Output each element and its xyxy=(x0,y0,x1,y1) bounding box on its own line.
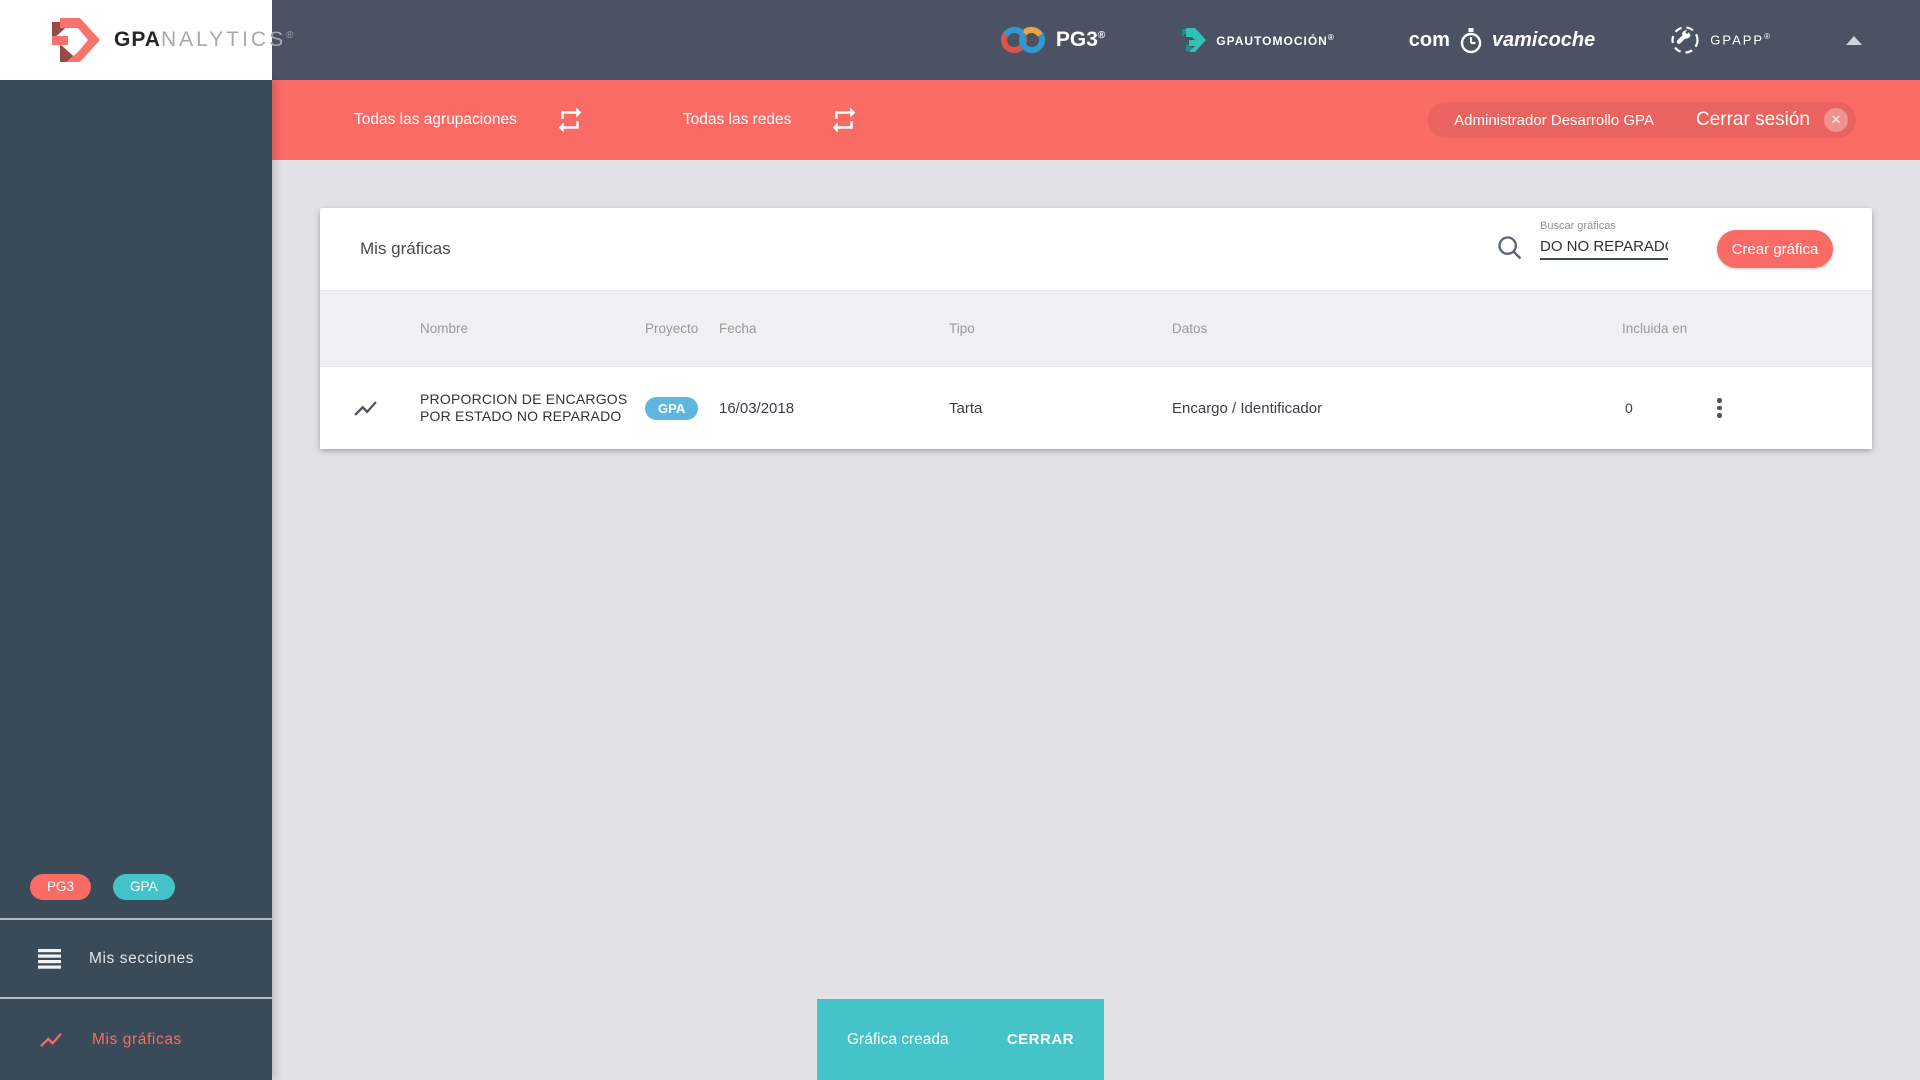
sidebar-badges: PG3 GPA xyxy=(0,856,272,918)
snackbar-toast: Gráfica creada CERRAR xyxy=(817,999,1104,1080)
sidebar-item-label: Mis gráficas xyxy=(92,1030,182,1048)
logout-button[interactable]: Cerrar sesión ✕ xyxy=(1696,108,1848,132)
group-filter[interactable]: Todas las agrupaciones xyxy=(354,105,585,135)
toast-message: Gráfica creada xyxy=(847,1030,949,1048)
gpautomocion-app-link[interactable]: GPAUTOMOCIÓN® xyxy=(1179,26,1334,54)
type-cell: Tarta xyxy=(949,399,983,417)
search-icon[interactable] xyxy=(1496,234,1524,262)
toast-close-button[interactable]: CERRAR xyxy=(1007,1031,1074,1048)
menu-icon xyxy=(38,948,61,969)
search-input-label: Buscar gráficas xyxy=(1540,220,1616,232)
search-input[interactable]: Buscar gráficas DO NO REPARADO xyxy=(1540,220,1668,260)
network-filter[interactable]: Todas las redes xyxy=(683,105,860,135)
main-content: Mis gráficas Buscar gráficas DO NO REPAR… xyxy=(272,160,1920,1080)
stopwatch-icon xyxy=(1459,27,1483,54)
column-header-proyecto: Proyecto xyxy=(645,321,699,336)
line-chart-icon xyxy=(352,395,379,422)
project-cell: GPA xyxy=(645,396,719,420)
line-chart-icon xyxy=(38,1027,64,1053)
date-cell: 16/03/2018 xyxy=(719,399,795,417)
sidebar: PG3 GPA Mis secciones Mis gráficas xyxy=(0,80,272,1080)
gpapp-app-link[interactable]: GPAPP® xyxy=(1669,24,1772,56)
sidebar-item-mis-secciones[interactable]: Mis secciones xyxy=(0,920,272,997)
data-cell: Encargo / Identificador xyxy=(1172,399,1323,417)
gpautomocion-label: GPAUTOMOCIÓN® xyxy=(1216,32,1335,48)
filter-bar: Todas las agrupaciones Todas las redes A… xyxy=(272,80,1920,160)
my-charts-card: Mis gráficas Buscar gráficas DO NO REPAR… xyxy=(320,208,1872,449)
row-actions-cell xyxy=(1710,398,1872,418)
gpapp-wrench-icon xyxy=(1669,24,1701,56)
chart-name-cell[interactable]: PROPORCION DE ENCARGOS POR ESTADO NO REP… xyxy=(420,391,645,425)
page-title: Mis gráficas xyxy=(360,239,451,258)
search-input-value: DO NO REPARADO xyxy=(1540,237,1668,255)
column-header-fecha: Fecha xyxy=(719,321,757,336)
network-filter-label: Todas las redes xyxy=(682,111,792,128)
pg3-label: PG3® xyxy=(1055,28,1106,51)
table-row[interactable]: PROPORCION DE ENCARGOS POR ESTADO NO REP… xyxy=(320,367,1872,449)
chart-type-cell xyxy=(320,395,420,422)
user-session-pill: Administrador Desarrollo GPA Cerrar sesi… xyxy=(1428,102,1856,138)
pg3-infinity-icon xyxy=(1000,23,1047,57)
sidebar-item-mis-graficas[interactable]: Mis gráficas xyxy=(0,999,272,1080)
comovamicoche-rest: vamicoche xyxy=(1491,28,1596,51)
user-name: Administrador Desarrollo GPA xyxy=(1454,111,1654,129)
column-header-incluida: Incluida en xyxy=(1622,321,1688,336)
close-session-icon[interactable]: ✕ xyxy=(1824,108,1848,132)
logout-label: Cerrar sesión xyxy=(1695,109,1810,130)
collapse-header-arrow-icon[interactable] xyxy=(1846,35,1862,45)
gpa-analytics-logo[interactable]: GPANALYTICS® xyxy=(0,0,293,80)
sidebar-bottom-menu: PG3 GPA Mis secciones Mis gráficas xyxy=(0,856,272,1080)
swap-icon[interactable] xyxy=(829,105,859,135)
gpautomocion-arrow-icon xyxy=(1179,26,1207,54)
comovamicoche-prefix: com xyxy=(1408,28,1450,51)
gpa-badge[interactable]: GPA xyxy=(113,874,175,900)
swap-icon[interactable] xyxy=(555,105,585,135)
column-header-tipo: Tipo xyxy=(949,321,975,336)
topbar-app-links: PG3® GPAUTOMOCIÓN® com vamicoche GPAPP® xyxy=(1000,0,1920,80)
column-header-datos: Datos xyxy=(1172,321,1208,336)
included-in-cell: 0 xyxy=(1625,400,1633,416)
gpa-arrow-logo-icon xyxy=(46,14,102,66)
column-header-nombre: Nombre xyxy=(420,321,469,336)
sidebar-item-label: Mis secciones xyxy=(89,949,195,967)
card-header: Mis gráficas Buscar gráficas DO NO REPAR… xyxy=(320,208,1872,290)
pg3-app-link[interactable]: PG3® xyxy=(1000,23,1106,57)
comovamicoche-app-link[interactable]: com vamicoche xyxy=(1408,27,1596,54)
kebab-menu-icon[interactable] xyxy=(1710,398,1730,418)
table-header-row: Nombre Proyecto Fecha Tipo Datos Incluid… xyxy=(320,290,1872,367)
project-badge: GPA xyxy=(645,396,699,420)
pg3-badge[interactable]: PG3 xyxy=(30,874,92,900)
gpapp-label: GPAPP® xyxy=(1710,32,1772,48)
group-filter-label: Todas las agrupaciones xyxy=(354,111,517,128)
search-input-value-box[interactable]: DO NO REPARADO xyxy=(1540,234,1668,260)
create-chart-button[interactable]: Crear gráfica xyxy=(1717,230,1833,268)
gpa-analytics-wordmark: GPANALYTICS® xyxy=(114,28,294,51)
